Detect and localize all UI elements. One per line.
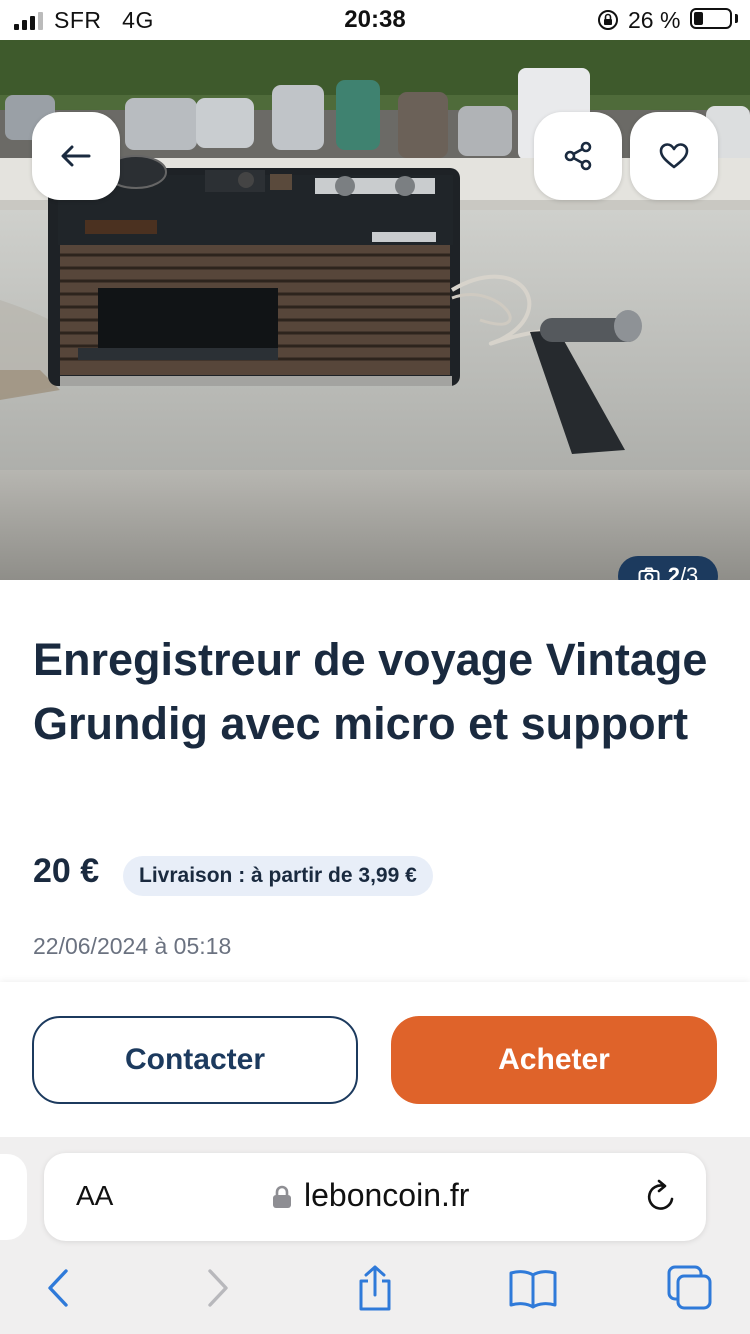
listing-price: 20 € [33,852,100,890]
share-button[interactable] [534,112,622,200]
photo-counter-total: /3 [679,563,699,580]
photo-counter: 2/3 [618,556,718,580]
buy-button[interactable]: Acheter [391,1016,717,1104]
photo-counter-current: 2 [667,563,680,580]
forward-chevron-icon[interactable] [196,1265,240,1311]
status-bar: SFR 4G 20:38 26 % [0,0,750,40]
tabs-icon[interactable] [666,1265,714,1311]
listing-title: Enregistreur de voyage Vintage Grundig a… [33,634,708,749]
rotation-lock-icon [598,10,618,30]
reload-icon[interactable] [644,1179,678,1215]
text-size-button[interactable]: AA [76,1179,113,1213]
url-text: leboncoin.fr [304,1177,470,1213]
text-size-label: AA [76,1180,114,1211]
back-button[interactable] [32,112,120,200]
back-chevron-icon[interactable] [36,1265,80,1311]
address-bar[interactable]: AA leboncoin.fr [44,1153,706,1241]
photo-counter-text: 2/3 [668,563,699,580]
lock-icon [273,1185,291,1208]
back-arrow-icon [61,145,91,167]
heart-icon [659,143,689,169]
share-icon [564,141,592,171]
browser-toolbar: AA leboncoin.fr [0,1137,750,1334]
share-upload-icon[interactable] [353,1265,397,1311]
battery-icon [690,8,732,29]
listing-date: 22/06/2024 à 05:18 [33,933,232,959]
battery-level [694,12,703,25]
camera-icon [638,567,660,580]
previous-tab-peek[interactable] [0,1154,27,1240]
contact-button[interactable]: Contacter [32,1016,358,1104]
favorite-button[interactable] [630,112,718,200]
delivery-badge: Livraison : à partir de 3,99 € [123,856,433,896]
battery-tip [735,14,738,23]
action-bar: Contacter Acheter [0,982,750,1137]
listing-photo[interactable]: 2/3 [0,40,750,580]
bookmarks-icon[interactable] [508,1265,558,1311]
battery-percent: 26 % [628,7,681,33]
